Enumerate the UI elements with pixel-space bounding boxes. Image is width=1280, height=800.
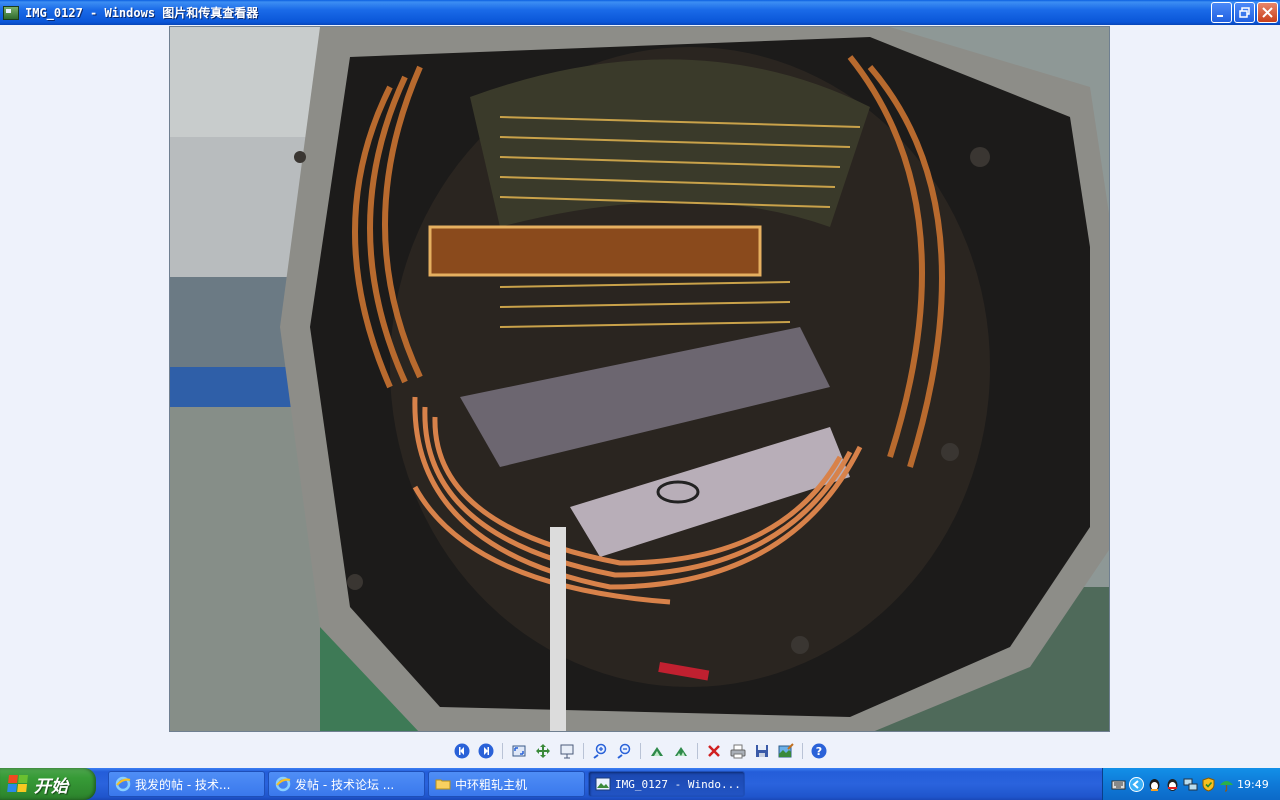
viewer-toolbar: ? [452,738,829,764]
displayed-photo[interactable] [169,26,1110,732]
rotate-counterclockwise-button[interactable] [671,741,691,761]
qq-penguin-icon[interactable] [1147,777,1162,792]
rotate-counterclockwise-icon [675,747,687,756]
zoom-in-button[interactable] [590,741,610,761]
start-button[interactable]: 开始 [0,768,96,800]
motor-photo-illustration [170,27,1109,731]
taskbar-item-label: IMG_0127 - Windo... [615,777,741,791]
network-icon[interactable] [1183,777,1198,792]
system-tray: 19:49 [1102,768,1280,800]
close-icon [1262,7,1273,18]
minimize-button[interactable] [1211,2,1232,23]
taskbar-item-folder[interactable]: 中环粗轧主机 [428,771,585,797]
folder-icon [435,776,451,792]
window-title: IMG_0127 - Windows 图片和传真查看器 [25,6,259,20]
taskbar-item-label: 我发的帖 - 技术... [135,777,231,792]
image-viewer-icon [3,5,19,20]
internet-explorer-icon [275,776,291,792]
show-hidden-icons-icon[interactable] [1129,776,1144,792]
help-button[interactable]: ? [809,741,829,761]
taskbar-item-my-posts[interactable]: 我发的帖 - 技术... [108,771,265,797]
best-fit-button[interactable] [509,741,529,761]
security-shield-icon[interactable] [1201,776,1216,792]
title-bar[interactable]: IMG_0127 - Windows 图片和传真查看器 [0,0,1280,25]
image-viewer-icon [595,776,611,792]
start-label: 开始 [34,776,68,797]
next-image-button[interactable] [476,741,496,761]
windows-flag-icon [7,775,29,793]
clock[interactable]: 19:49 [1237,778,1269,791]
print-icon [730,744,746,759]
taskbar-item-label: 发帖 - 技术论坛 ... [295,777,395,792]
slideshow-icon [560,744,574,759]
actual-size-icon [536,744,550,758]
next-icon [478,743,494,759]
restore-icon [1239,7,1250,18]
taskbar-item-new-post[interactable]: 发帖 - 技术论坛 ... [268,771,425,797]
help-icon: ? [811,743,827,759]
minimize-icon [1217,15,1223,17]
zoom-out-icon [617,743,631,759]
taskbar-item-label: 中环粗轧主机 [455,777,528,792]
restore-button[interactable] [1234,2,1255,23]
svg-text:?: ? [816,745,822,758]
rotate-clockwise-icon [651,747,663,756]
save-icon [756,745,768,757]
edit-button[interactable] [776,741,796,761]
umbrella-icon[interactable] [1219,777,1234,792]
best-fit-icon [512,745,526,757]
viewer-area: ? [0,25,1280,768]
delete-button[interactable] [704,741,724,761]
actual-size-button[interactable] [533,741,553,761]
qq-icon[interactable] [1165,777,1180,792]
internet-explorer-icon [115,776,131,792]
edit-icon [778,743,794,758]
save-button[interactable] [752,741,772,761]
delete-icon [708,745,720,757]
print-button[interactable] [728,741,748,761]
slideshow-button[interactable] [557,741,577,761]
zoom-in-icon [593,743,607,759]
close-button[interactable] [1257,2,1278,23]
zoom-out-button[interactable] [614,741,634,761]
keyboard-icon[interactable] [1111,777,1126,792]
rotate-clockwise-button[interactable] [647,741,667,761]
previous-image-button[interactable] [452,741,472,761]
taskbar: 开始 我发的帖 - 技术... 发帖 - 技术论坛 ... 中环粗轧主机 IMG… [0,768,1280,800]
taskbar-item-image-viewer[interactable]: IMG_0127 - Windo... [588,771,745,797]
previous-icon [454,743,470,759]
